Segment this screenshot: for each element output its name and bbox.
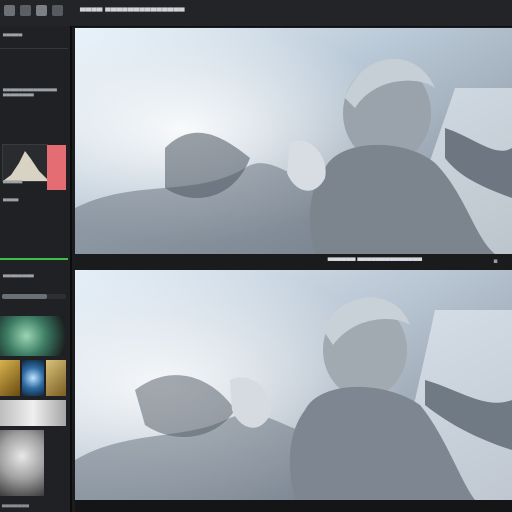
sidebar-header: ▀▀▀▀▀: [3, 34, 23, 40]
thumbnail-6[interactable]: [0, 430, 44, 496]
window-title: ▀▀▀▀ ▀▀▀▀▀▀▀▀▀▀▀▀▀▀: [80, 8, 185, 16]
thumbnail-3[interactable]: [22, 360, 44, 396]
sidebar-section-label: ▄▄▄▄▄▄▄▄▄▄▄▄▄▄: [3, 86, 57, 92]
viewer-bottom[interactable]: [75, 270, 512, 500]
status-bar: [75, 500, 512, 512]
slider-fill: [2, 294, 47, 299]
viewer-bottom-image: [75, 270, 512, 500]
opacity-slider[interactable]: [2, 294, 66, 299]
gear-icon[interactable]: [4, 5, 15, 16]
sidebar-footer: ▄▄▄▄▄▄▄: [2, 502, 29, 508]
thumbnail-2[interactable]: [0, 360, 20, 396]
grid-icon[interactable]: [36, 5, 47, 16]
sidebar-panel: ▀▀▀▀▀ ▄▄▄▄▄▄▄▄▄▄▄▄▄▄ ▀▀▀▀▀▀▀▀ ▄▄▄▄▄ ▄▄▄▄…: [0, 26, 72, 512]
sidebar-separator: [0, 48, 68, 49]
viewer-top[interactable]: [75, 28, 512, 254]
folder-icon[interactable]: [20, 5, 31, 16]
sidebar-value-label: ▀▀▀▀▀▀▀▀: [3, 94, 34, 100]
histogram: [2, 144, 48, 182]
field-label-2: ▄▄▄▄: [3, 196, 19, 202]
viewer-status-label: ▀▀▀▀▀▀ ▀▀▀▀▀▀▀▀▀▀▀▀▀▀: [327, 258, 422, 265]
thumbnail-4[interactable]: [46, 360, 66, 396]
thumbnail-5[interactable]: [0, 400, 66, 426]
histogram-graph: [3, 151, 47, 181]
sidebar-bottom-label: ▄▄▄▄▄▄▄▄: [3, 272, 34, 278]
top-toolbar: ▀▀▀▀ ▀▀▀▀▀▀▀▀▀▀▀▀▀▀: [0, 0, 512, 27]
progress-line: [0, 258, 68, 260]
field-label-1: ▄▄▄▄▄: [3, 178, 23, 184]
thumbnail-1[interactable]: [0, 316, 66, 356]
viewer-divider-bar: ▀▀▀▀▀▀ ▀▀▀▀▀▀▀▀▀▀▀▀▀▀ ▪: [75, 254, 512, 270]
viewer-top-image: [75, 28, 512, 254]
image-icon[interactable]: [52, 5, 63, 16]
color-swatch[interactable]: [47, 145, 66, 190]
close-icon[interactable]: ▪: [493, 257, 498, 265]
